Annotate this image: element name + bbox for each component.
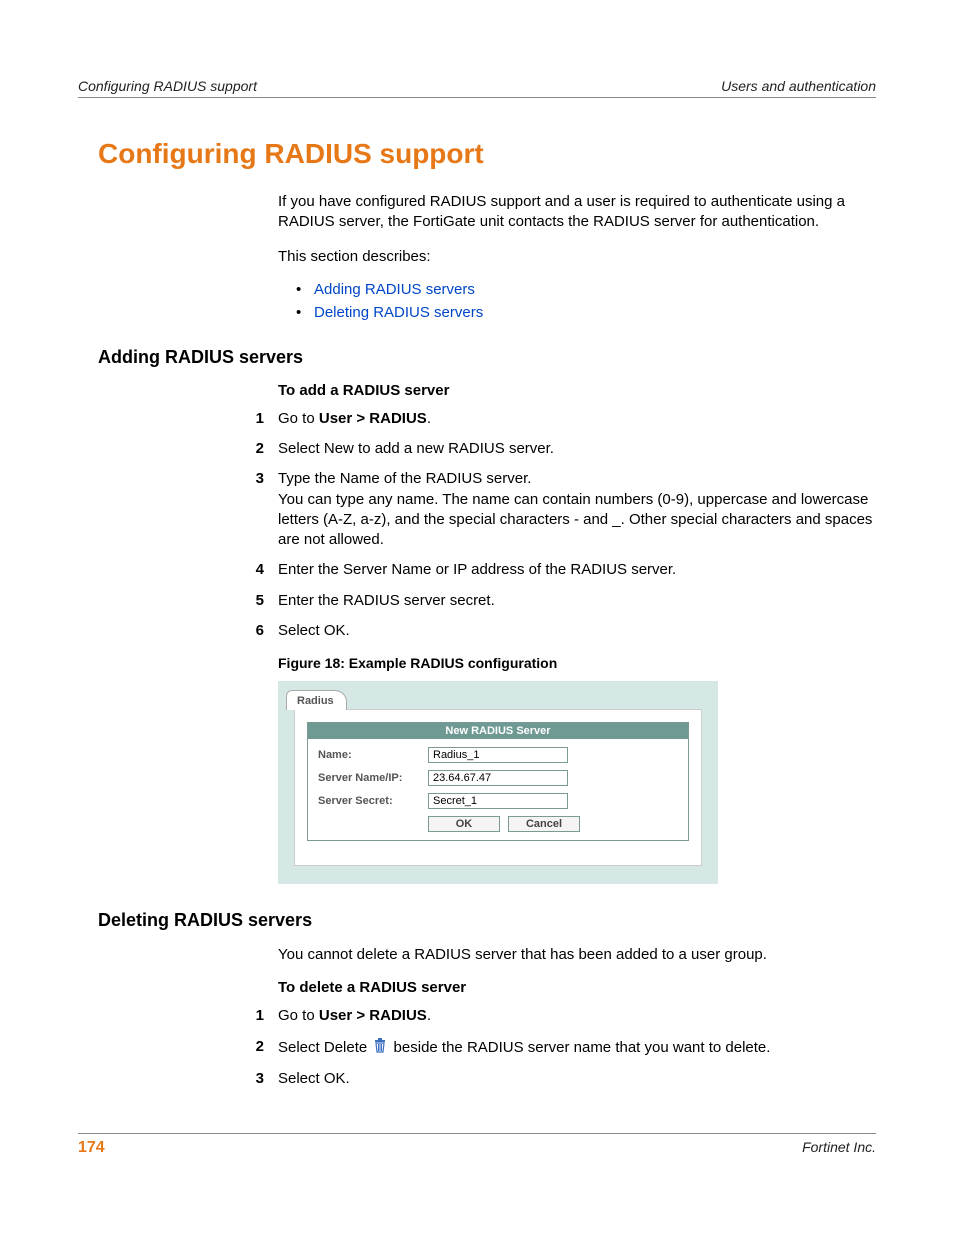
step-number: 1 [244, 409, 278, 429]
trash-icon [373, 1037, 387, 1059]
figure-ok-button: OK [428, 816, 500, 832]
intro-paragraph: If you have configured RADIUS support an… [278, 192, 876, 233]
step-body: Select Delete beside the RADIUS server n… [278, 1037, 876, 1059]
figure-name-input [428, 747, 568, 763]
toc-link-deleting[interactable]: Deleting RADIUS servers [314, 304, 483, 321]
heading-adding: Adding RADIUS servers [98, 347, 876, 368]
toc-list: • Adding RADIUS servers • Deleting RADIU… [296, 281, 876, 321]
figure-name-label: Name: [318, 749, 428, 761]
step-number: 1 [244, 1006, 278, 1026]
section-describes: This section describes: [278, 247, 876, 267]
step-row: 1 Go to User > RADIUS. [278, 1006, 876, 1026]
step-text: You can type any name. The name can cont… [278, 490, 876, 551]
page-number: 174 [78, 1139, 105, 1157]
step-number: 2 [244, 439, 278, 459]
header-right: Users and authentication [721, 78, 876, 94]
step-text: Go to [278, 410, 319, 427]
step-row: 3 Type the Name of the RADIUS server. Yo… [278, 469, 876, 550]
step-text: . [427, 1007, 431, 1024]
page-footer: 174 Fortinet Inc. [78, 1133, 876, 1157]
step-text: beside the RADIUS server name that you w… [389, 1039, 770, 1056]
bullet-icon: • [296, 281, 314, 298]
figure-tab-radius: Radius [286, 690, 347, 710]
step-number: 3 [244, 469, 278, 550]
step-number: 4 [244, 560, 278, 580]
step-bold: User > RADIUS [319, 410, 427, 427]
step-body: Enter the Server Name or IP address of t… [278, 560, 876, 580]
step-text: Type the Name of the RADIUS server. [278, 469, 876, 489]
figure-secret-label: Server Secret: [318, 795, 428, 807]
step-row: 2 Select New to add a new RADIUS server. [278, 439, 876, 459]
step-body: Select OK. [278, 1069, 876, 1089]
step-body: Type the Name of the RADIUS server. You … [278, 469, 876, 550]
figure-panel-title: New RADIUS Server [308, 723, 688, 739]
step-row: 1 Go to User > RADIUS. [278, 409, 876, 429]
step-number: 5 [244, 591, 278, 611]
figure-secret-input [428, 793, 568, 809]
step-body: Select OK. [278, 621, 876, 641]
step-number: 3 [244, 1069, 278, 1089]
figure-radius-config: Radius New RADIUS Server Name: Server Na… [278, 681, 718, 884]
step-number: 2 [244, 1037, 278, 1059]
proc-title-add: To add a RADIUS server [278, 382, 876, 399]
figure-cancel-button: Cancel [508, 816, 580, 832]
step-number: 6 [244, 621, 278, 641]
step-row: 3 Select OK. [278, 1069, 876, 1089]
step-row: 4 Enter the Server Name or IP address of… [278, 560, 876, 580]
bullet-icon: • [296, 304, 314, 321]
footer-company: Fortinet Inc. [802, 1139, 876, 1157]
step-body: Go to User > RADIUS. [278, 409, 876, 429]
step-bold: User > RADIUS [319, 1007, 427, 1024]
step-body: Enter the RADIUS server secret. [278, 591, 876, 611]
running-header: Configuring RADIUS support Users and aut… [78, 78, 876, 98]
step-text: Select Delete [278, 1039, 371, 1056]
figure-ip-input [428, 770, 568, 786]
figure-ip-label: Server Name/IP: [318, 772, 428, 784]
step-row: 6 Select OK. [278, 621, 876, 641]
toc-link-adding[interactable]: Adding RADIUS servers [314, 281, 475, 298]
step-row: 5 Enter the RADIUS server secret. [278, 591, 876, 611]
header-left: Configuring RADIUS support [78, 78, 257, 94]
step-row: 2 Select Delete beside the RADIUS server… [278, 1037, 876, 1059]
heading-deleting: Deleting RADIUS servers [98, 910, 876, 931]
step-body: Go to User > RADIUS. [278, 1006, 876, 1026]
step-body: Select New to add a new RADIUS server. [278, 439, 876, 459]
proc-title-delete: To delete a RADIUS server [278, 979, 876, 996]
step-text: . [427, 410, 431, 427]
page-title: Configuring RADIUS support [98, 138, 876, 170]
step-text: Go to [278, 1007, 319, 1024]
figure-caption: Figure 18: Example RADIUS configuration [278, 655, 876, 671]
deleting-intro: You cannot delete a RADIUS server that h… [278, 945, 876, 965]
